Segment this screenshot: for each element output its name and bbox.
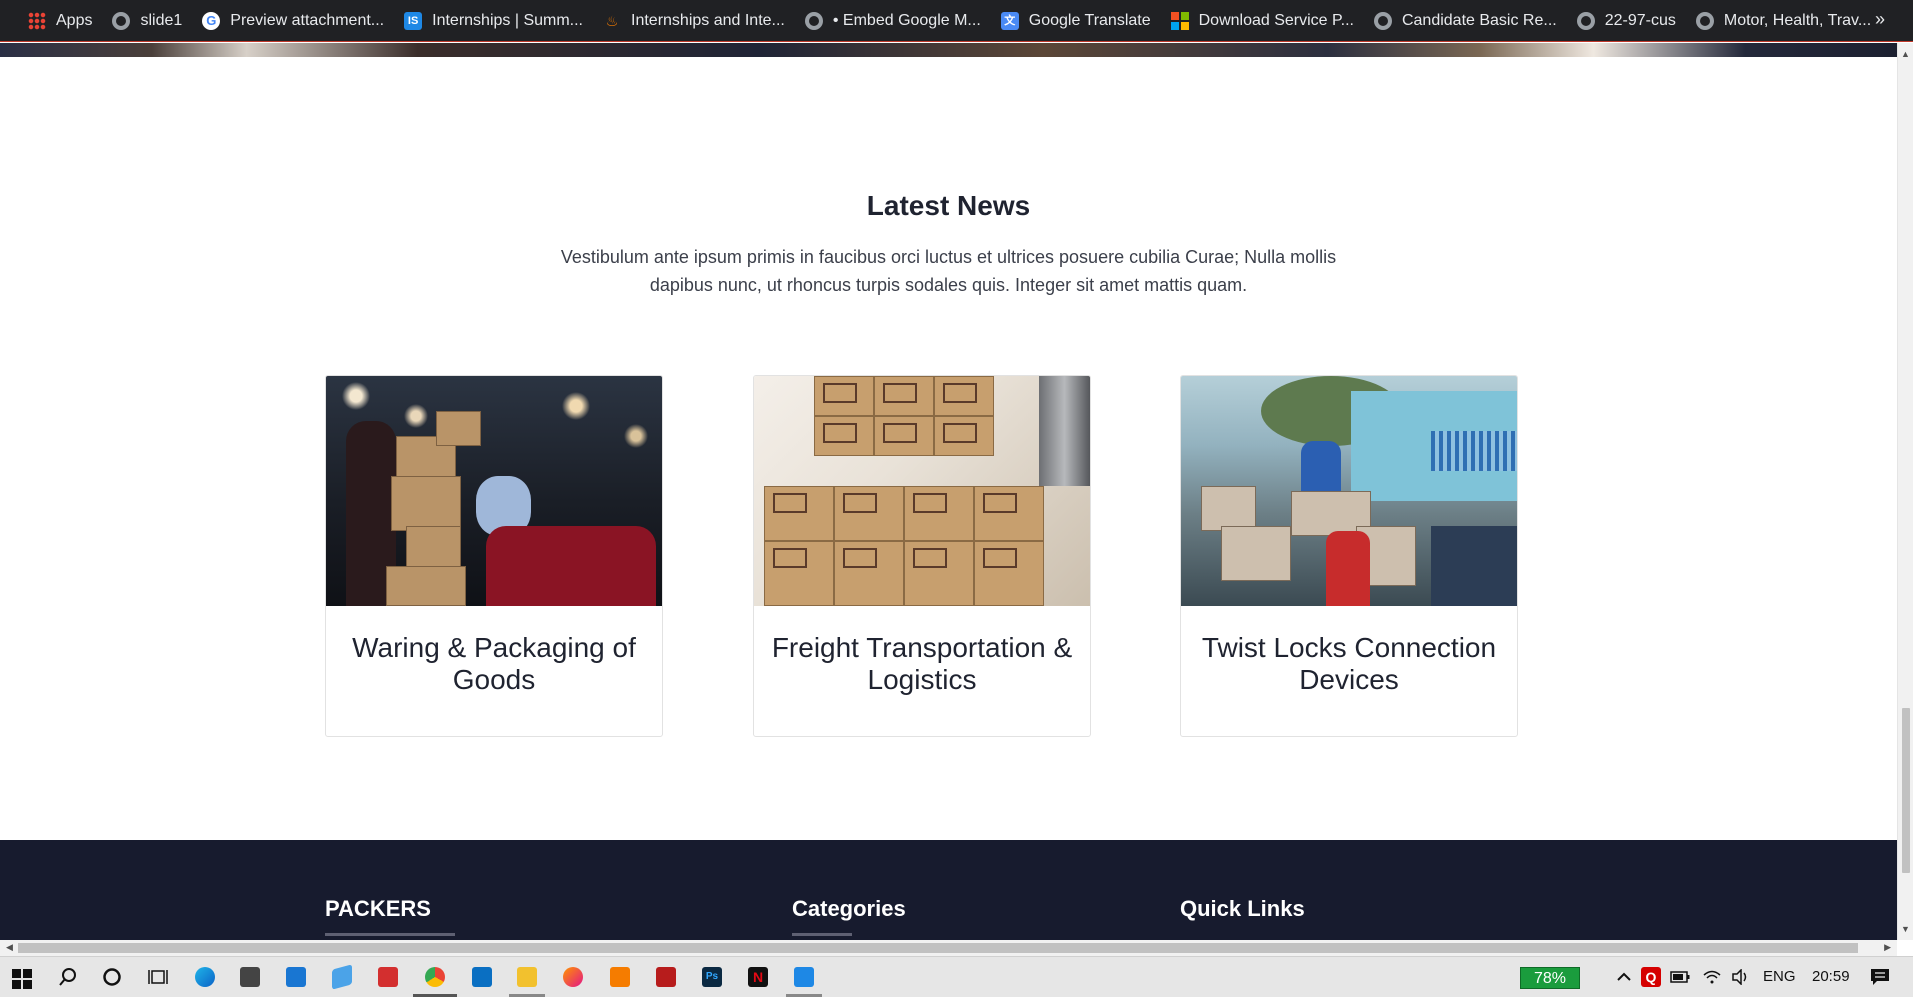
bookmark-candidate-basic[interactable]: Candidate Basic Re... bbox=[1364, 6, 1567, 36]
quick-heal-icon[interactable]: Q bbox=[1639, 965, 1663, 989]
cortana-icon[interactable] bbox=[100, 965, 124, 989]
news-card[interactable]: Freight Transportation & Logistics bbox=[753, 375, 1091, 737]
bookmarks-bar: Apps slide1 G Preview attachment... IS Int… bbox=[0, 0, 1913, 42]
news-card-title[interactable]: Twist Locks Connection Devices bbox=[1191, 632, 1507, 696]
battery-percentage-badge[interactable]: 78% bbox=[1520, 967, 1580, 989]
news-card-image bbox=[754, 376, 1090, 606]
scrollbar-thumb[interactable] bbox=[18, 943, 1858, 953]
mail-icon[interactable] bbox=[284, 965, 308, 989]
news-card-title[interactable]: Freight Transportation & Logistics bbox=[764, 632, 1080, 696]
hero-image-bottom-edge bbox=[0, 43, 1897, 57]
sublime-text-icon[interactable] bbox=[608, 965, 632, 989]
bookmark-embed-google-maps[interactable]: • Embed Google M... bbox=[795, 6, 991, 36]
globe-icon bbox=[1576, 11, 1595, 30]
footer-heading-quick-links: Quick Links bbox=[1180, 896, 1305, 921]
action-center-icon[interactable] bbox=[1868, 965, 1892, 989]
bookmark-download-service[interactable]: Download Service P... bbox=[1161, 6, 1364, 36]
scroll-up-arrow-icon[interactable]: ▲ bbox=[1901, 49, 1910, 59]
globe-icon bbox=[1695, 11, 1714, 30]
file-explorer-icon[interactable] bbox=[515, 965, 539, 989]
language-indicator[interactable]: ENG bbox=[1763, 968, 1796, 985]
bookmark-motor-health[interactable]: Motor, Health, Trav... bbox=[1686, 6, 1881, 36]
bookmark-internships-inte[interactable]: ♨ Internships and Inte... bbox=[593, 6, 795, 36]
app-blue-icon[interactable] bbox=[330, 964, 354, 990]
site-footer: PACKERS Categories Quick Links bbox=[0, 840, 1897, 940]
volume-icon[interactable] bbox=[1729, 965, 1753, 989]
edge-icon[interactable] bbox=[193, 965, 217, 989]
chrome-icon[interactable] bbox=[423, 965, 447, 989]
apps-grid-icon bbox=[28, 11, 46, 30]
task-view-icon[interactable] bbox=[146, 965, 170, 989]
bookmark-preview-attachment[interactable]: G Preview attachment... bbox=[192, 6, 394, 36]
chevron-up-icon[interactable] bbox=[1612, 965, 1636, 989]
download-manager-icon[interactable] bbox=[376, 965, 400, 989]
section-title: Latest News bbox=[866, 190, 1031, 221]
footer-heading-packers: PACKERS bbox=[325, 896, 431, 921]
footer-text-cutoff bbox=[792, 933, 852, 936]
windows-start-icon[interactable] bbox=[12, 969, 32, 989]
latest-news-section: Latest News Vestibulum ante ipsum primis… bbox=[0, 57, 1897, 840]
clock[interactable]: 20:59 bbox=[1812, 968, 1850, 985]
netflix-icon[interactable]: N bbox=[746, 965, 770, 989]
screen: Apps slide1 G Preview attachment... IS Int… bbox=[0, 0, 1913, 997]
globe-icon bbox=[1373, 11, 1392, 30]
translate-icon: 文 bbox=[1000, 11, 1019, 30]
globe-icon bbox=[112, 11, 131, 30]
news-card-title[interactable]: Waring & Packaging of Goods bbox=[336, 632, 652, 696]
wifi-icon[interactable] bbox=[1700, 965, 1724, 989]
google-icon: G bbox=[202, 11, 221, 30]
internshala-icon: IS bbox=[404, 11, 423, 30]
scroll-left-arrow-icon[interactable]: ◀ bbox=[6, 942, 13, 953]
footer-heading-categories: Categories bbox=[792, 896, 906, 921]
photoshop-icon[interactable]: Ps bbox=[700, 965, 724, 989]
search-icon[interactable] bbox=[56, 965, 80, 989]
bookmark-slide1[interactable]: slide1 bbox=[102, 6, 192, 36]
microsoft-icon bbox=[1170, 11, 1189, 30]
filezilla-icon[interactable] bbox=[654, 965, 678, 989]
bookmark-internships-summ[interactable]: IS Internships | Summ... bbox=[394, 6, 593, 36]
horizontal-scrollbar[interactable]: ◀ ▶ bbox=[0, 940, 1897, 956]
firebase-icon: ♨ bbox=[603, 11, 621, 30]
photos-icon[interactable] bbox=[792, 965, 816, 989]
news-card[interactable]: Waring & Packaging of Goods bbox=[325, 375, 663, 737]
news-card-image bbox=[326, 376, 662, 606]
vertical-scrollbar[interactable]: ▲ ▼ bbox=[1897, 43, 1913, 940]
store-icon[interactable] bbox=[238, 965, 262, 989]
globe-icon bbox=[804, 11, 823, 30]
news-card-image bbox=[1181, 376, 1517, 606]
bookmark-apps[interactable]: Apps bbox=[18, 6, 102, 36]
battery-icon[interactable] bbox=[1668, 965, 1692, 989]
scroll-down-arrow-icon[interactable]: ▼ bbox=[1901, 924, 1910, 934]
bookmark-google-translate[interactable]: 文 Google Translate bbox=[991, 6, 1161, 36]
scroll-right-arrow-icon[interactable]: ▶ bbox=[1884, 942, 1891, 953]
windows-taskbar: Ps N 78% Q ENG 20:59 bbox=[0, 956, 1913, 997]
more-bookmarks-chevron-icon[interactable]: » bbox=[1875, 9, 1885, 30]
footer-text-cutoff bbox=[325, 933, 455, 936]
firefox-icon[interactable] bbox=[561, 965, 585, 989]
bookmark-22-97-cus[interactable]: 22-97-cus bbox=[1567, 6, 1686, 36]
section-description: Vestibulum ante ipsum primis in faucibus… bbox=[560, 247, 1337, 295]
scrollbar-thumb[interactable] bbox=[1902, 708, 1910, 873]
vscode-icon[interactable] bbox=[470, 965, 494, 989]
news-card[interactable]: Twist Locks Connection Devices bbox=[1180, 375, 1518, 737]
